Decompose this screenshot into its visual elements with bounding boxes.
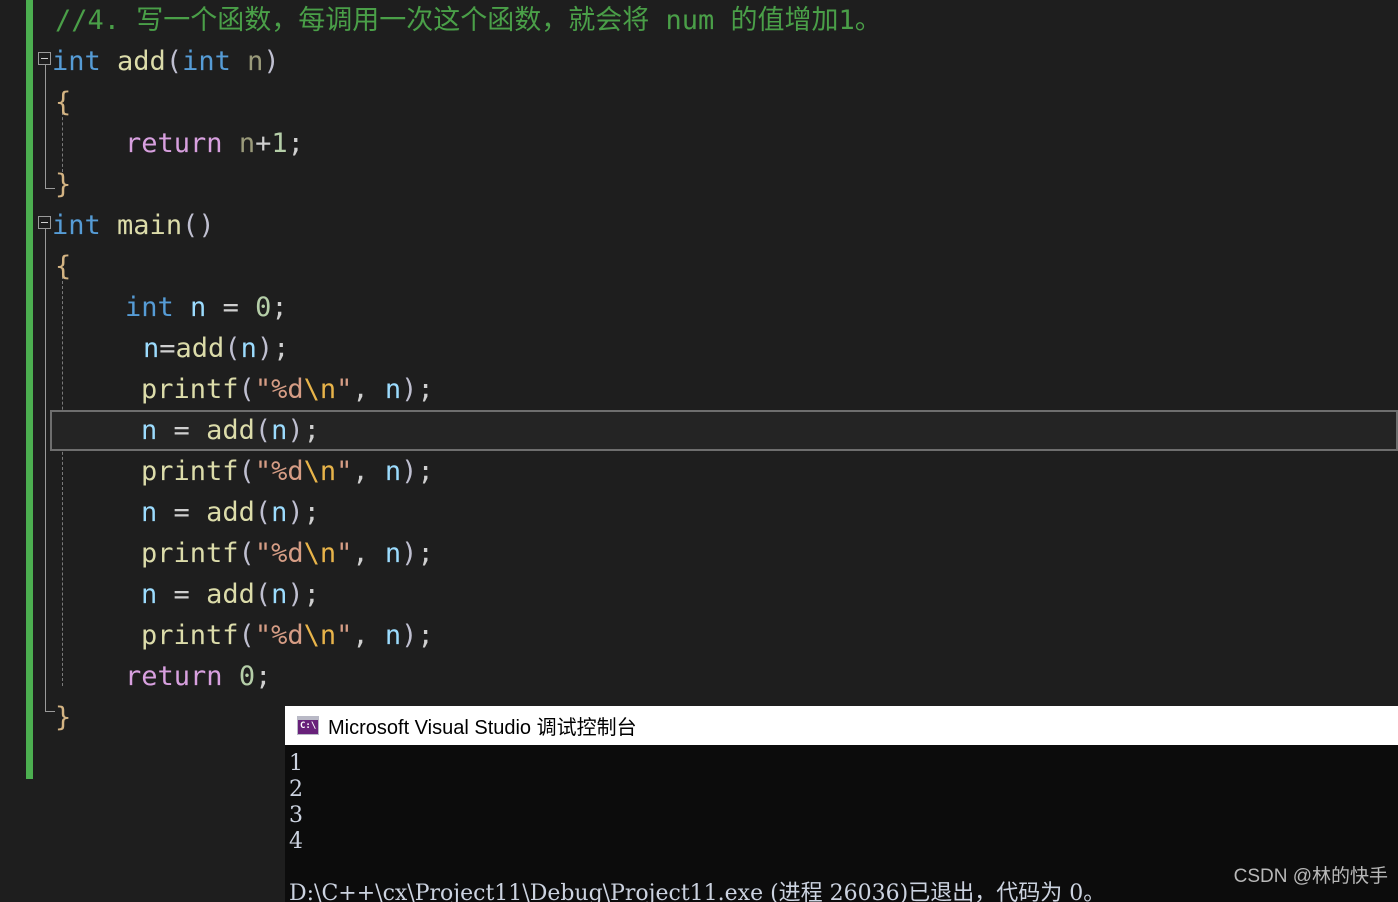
console-title: Microsoft Visual Studio 调试控制台	[328, 717, 637, 739]
change-tracking-bar	[26, 0, 33, 779]
code-line-printf-3: printf("%d\n", n);	[141, 538, 434, 569]
indent-guide-main	[62, 276, 63, 686]
code-line-add-open-brace: {	[55, 87, 72, 118]
console-output-area[interactable]: 1 2 3 4 D:\C++\cx\Project11\Debug\Projec…	[285, 745, 1398, 902]
debug-console-window[interactable]: Microsoft Visual Studio 调试控制台 1 2 3 4 D:…	[285, 706, 1398, 902]
code-line-main-signature: int main()	[52, 210, 215, 241]
code-line-main-close-brace: }	[55, 702, 72, 733]
code-line-assign-4: n = add(n);	[141, 579, 320, 610]
collapse-toggle-add-function[interactable]	[38, 52, 51, 65]
comment-text: //4. 写一个函数，每调用一次这个函数，就会将 num 的值增加1。	[55, 5, 882, 36]
console-output-line: 2	[289, 777, 303, 802]
code-line-main-return: return 0;	[125, 661, 272, 692]
fold-guide-main-foot	[45, 711, 55, 712]
fold-guide-add-foot	[45, 188, 55, 189]
code-line-printf-2: printf("%d\n", n);	[141, 456, 434, 487]
code-line-declare-n: int n = 0;	[125, 292, 288, 323]
console-exit-message: D:\C++\cx\Project11\Debug\Project11.exe …	[289, 881, 1106, 902]
console-output-line: 1	[289, 751, 303, 776]
collapse-toggle-main-function[interactable]	[38, 216, 51, 229]
code-line-printf-4: printf("%d\n", n);	[141, 620, 434, 651]
fold-guide-add	[45, 58, 46, 188]
code-line-assign-3: n = add(n);	[141, 497, 320, 528]
code-line-add-close-brace: }	[55, 169, 72, 200]
console-titlebar[interactable]: Microsoft Visual Studio 调试控制台	[285, 706, 1398, 745]
code-line-main-open-brace: {	[55, 251, 72, 282]
fold-guide-main	[45, 222, 46, 711]
code-line-assign-1: n=add(n);	[143, 333, 290, 364]
console-window-icon	[297, 716, 319, 735]
code-line-assign-2: n = add(n);	[141, 415, 320, 446]
code-line-add-signature: int add(int n)	[52, 46, 280, 77]
console-output-line: 3	[289, 803, 303, 828]
console-output-line: 4	[289, 829, 303, 854]
code-line-add-return: return n+1;	[125, 128, 304, 159]
code-line-printf-1: printf("%d\n", n);	[141, 374, 434, 405]
code-line-comment: //4. 写一个函数，每调用一次这个函数，就会将 num 的值增加1。	[55, 0, 882, 41]
csdn-watermark: CSDN @林的快手	[1233, 866, 1388, 887]
